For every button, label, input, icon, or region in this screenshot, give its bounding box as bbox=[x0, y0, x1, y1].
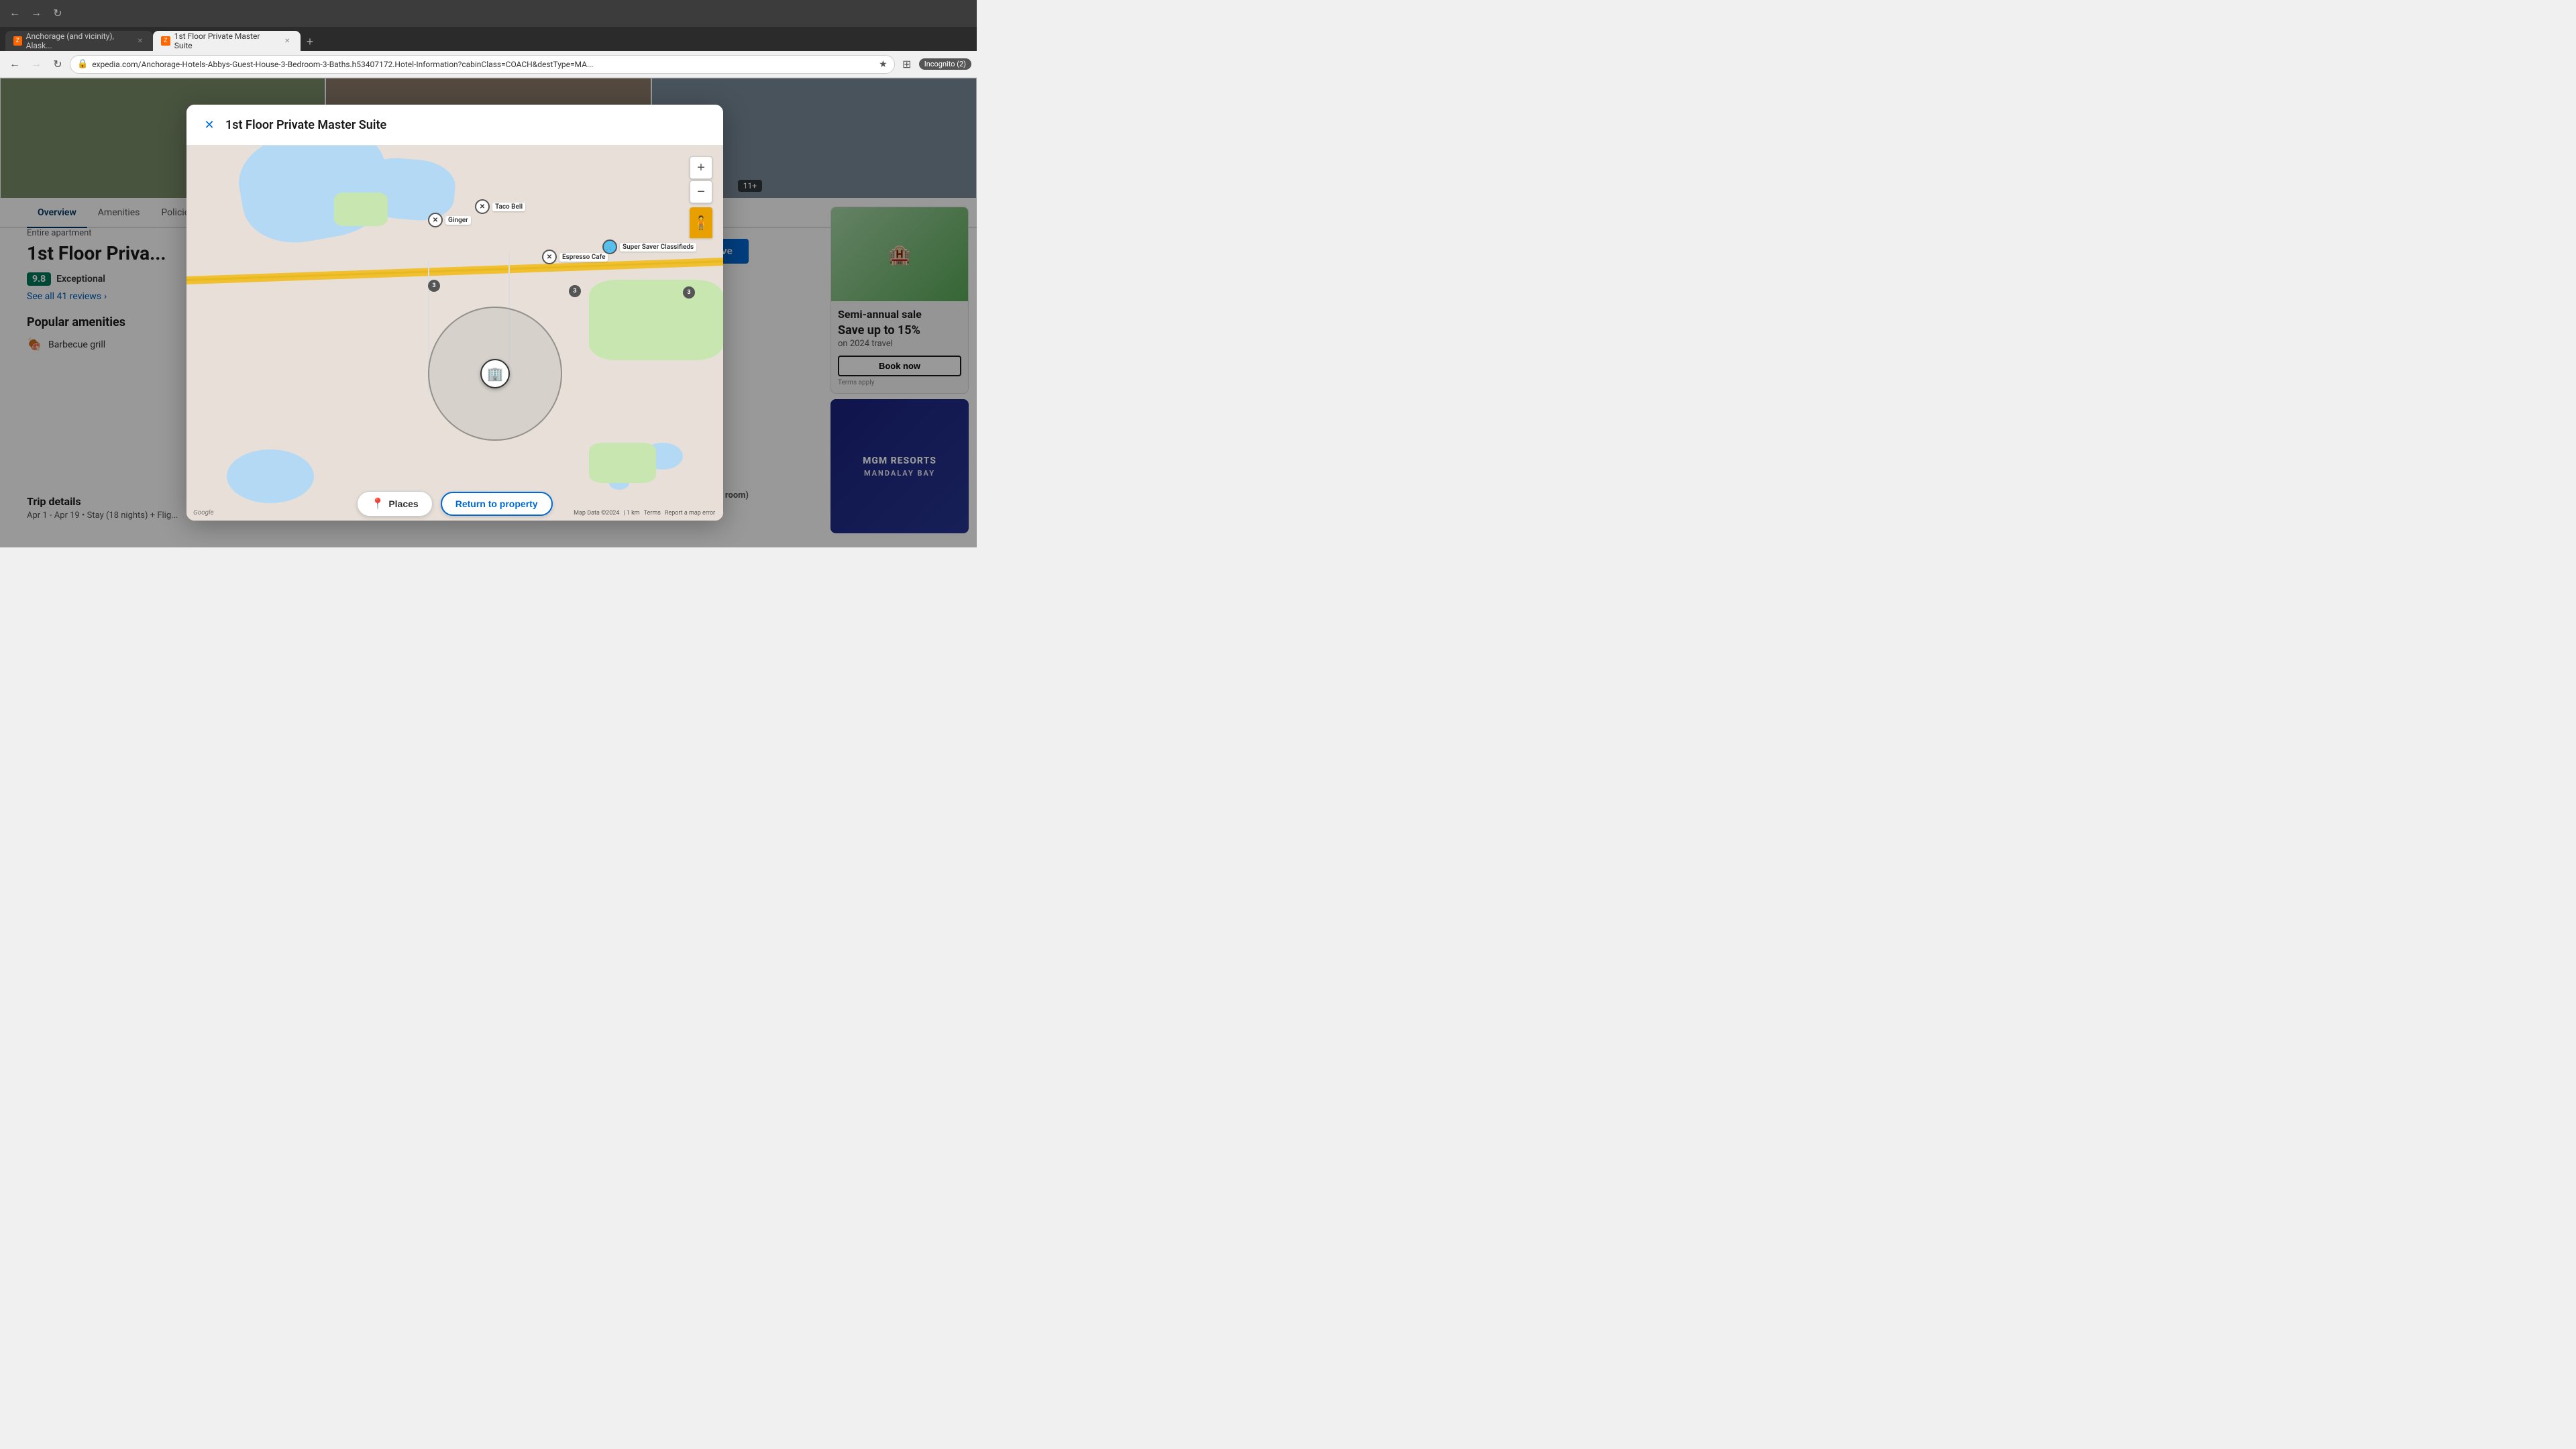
google-logo: Google bbox=[193, 509, 214, 517]
marker-taco-bell: ✕ Taco Bell bbox=[475, 199, 525, 214]
map-background: 3 3 3 ✕ Ginger ✕ Taco Bell bbox=[186, 146, 723, 521]
modal: ✕ 1st Floor Private Master Suite bbox=[186, 105, 723, 521]
route-badge-2: 3 bbox=[569, 285, 581, 297]
forward-button[interactable]: → bbox=[27, 4, 46, 23]
refresh-button[interactable]: ↻ bbox=[48, 4, 67, 23]
marker-ginger: ✕ Ginger bbox=[428, 213, 471, 227]
fwd-btn-addr[interactable]: → bbox=[27, 55, 46, 74]
tab-favicon-1: Z bbox=[13, 36, 22, 46]
map-scale: | 1 km bbox=[623, 510, 639, 517]
tab-master-suite[interactable]: Z 1st Floor Private Master Suite ✕ bbox=[153, 31, 301, 51]
modal-title: 1st Floor Private Master Suite bbox=[225, 118, 386, 132]
tab-favicon-2: Z bbox=[161, 36, 170, 46]
tab-bar: Z Anchorage (and vicinity), Alask... ✕ Z… bbox=[0, 27, 977, 51]
property-location-circle: 🏢 bbox=[428, 307, 562, 441]
zoom-controls: + − 🧍 bbox=[690, 156, 712, 238]
places-button[interactable]: 📍 Places bbox=[357, 491, 432, 517]
property-pin: 🏢 bbox=[480, 359, 510, 388]
report-link[interactable]: Report a map error bbox=[665, 510, 715, 517]
address-bar-row: ← → ↻ 🔒 expedia.com/Anchorage-Hotels-Abb… bbox=[0, 51, 977, 78]
incognito-badge: Incognito (2) bbox=[919, 58, 971, 70]
back-button[interactable]: ← bbox=[5, 4, 24, 23]
tab-anchorage[interactable]: Z Anchorage (and vicinity), Alask... ✕ bbox=[5, 31, 153, 51]
profile-btn[interactable]: ⊞ bbox=[898, 55, 916, 74]
tab-close-1[interactable]: ✕ bbox=[136, 36, 145, 46]
map-container: 3 3 3 ✕ Ginger ✕ Taco Bell bbox=[186, 146, 723, 521]
url-text: expedia.com/Anchorage-Hotels-Abbys-Guest… bbox=[92, 60, 593, 69]
return-to-property-button[interactable]: Return to property bbox=[441, 492, 553, 516]
terms-link[interactable]: Terms bbox=[644, 510, 661, 517]
route-badge-1: 3 bbox=[428, 280, 440, 292]
zoom-in-button[interactable]: + bbox=[690, 156, 712, 179]
modal-close-button[interactable]: ✕ bbox=[200, 115, 219, 134]
map-data-text: Map Data ©2024 bbox=[574, 510, 619, 517]
pegman-button[interactable]: 🧍 bbox=[690, 207, 712, 238]
green-area-3 bbox=[334, 193, 388, 226]
modal-overlay[interactable]: ✕ 1st Floor Private Master Suite bbox=[0, 78, 977, 547]
refresh-btn-addr[interactable]: ↻ bbox=[48, 55, 67, 74]
modal-header: ✕ 1st Floor Private Master Suite bbox=[186, 105, 723, 146]
tab-label-1: Anchorage (and vicinity), Alask... bbox=[26, 32, 131, 50]
green-area-2 bbox=[589, 443, 656, 483]
page-content: 11+ Overview Amenities Policies Entire a… bbox=[0, 78, 977, 547]
tab-label-2: 1st Floor Private Master Suite bbox=[174, 32, 278, 50]
back-btn-addr[interactable]: ← bbox=[5, 55, 24, 74]
address-bar[interactable]: 🔒 expedia.com/Anchorage-Hotels-Abbys-Gue… bbox=[70, 55, 895, 74]
marker-super-saver: 🛒 Super Saver Classifieds bbox=[602, 239, 696, 254]
map-attribution: Map Data ©2024 | 1 km Terms Report a map… bbox=[574, 510, 715, 517]
tab-close-2[interactable]: ✕ bbox=[282, 36, 292, 46]
green-area-1 bbox=[589, 280, 723, 360]
route-badge-3: 3 bbox=[683, 286, 695, 299]
places-icon: 📍 bbox=[371, 497, 384, 511]
new-tab-button[interactable]: + bbox=[301, 32, 319, 51]
marker-espresso: ✕ Espresso Cafe bbox=[542, 250, 608, 264]
nav-controls: ← → ↻ bbox=[5, 4, 67, 23]
zoom-out-button[interactable]: − bbox=[690, 180, 712, 203]
browser-chrome: ← → ↻ bbox=[0, 0, 977, 27]
